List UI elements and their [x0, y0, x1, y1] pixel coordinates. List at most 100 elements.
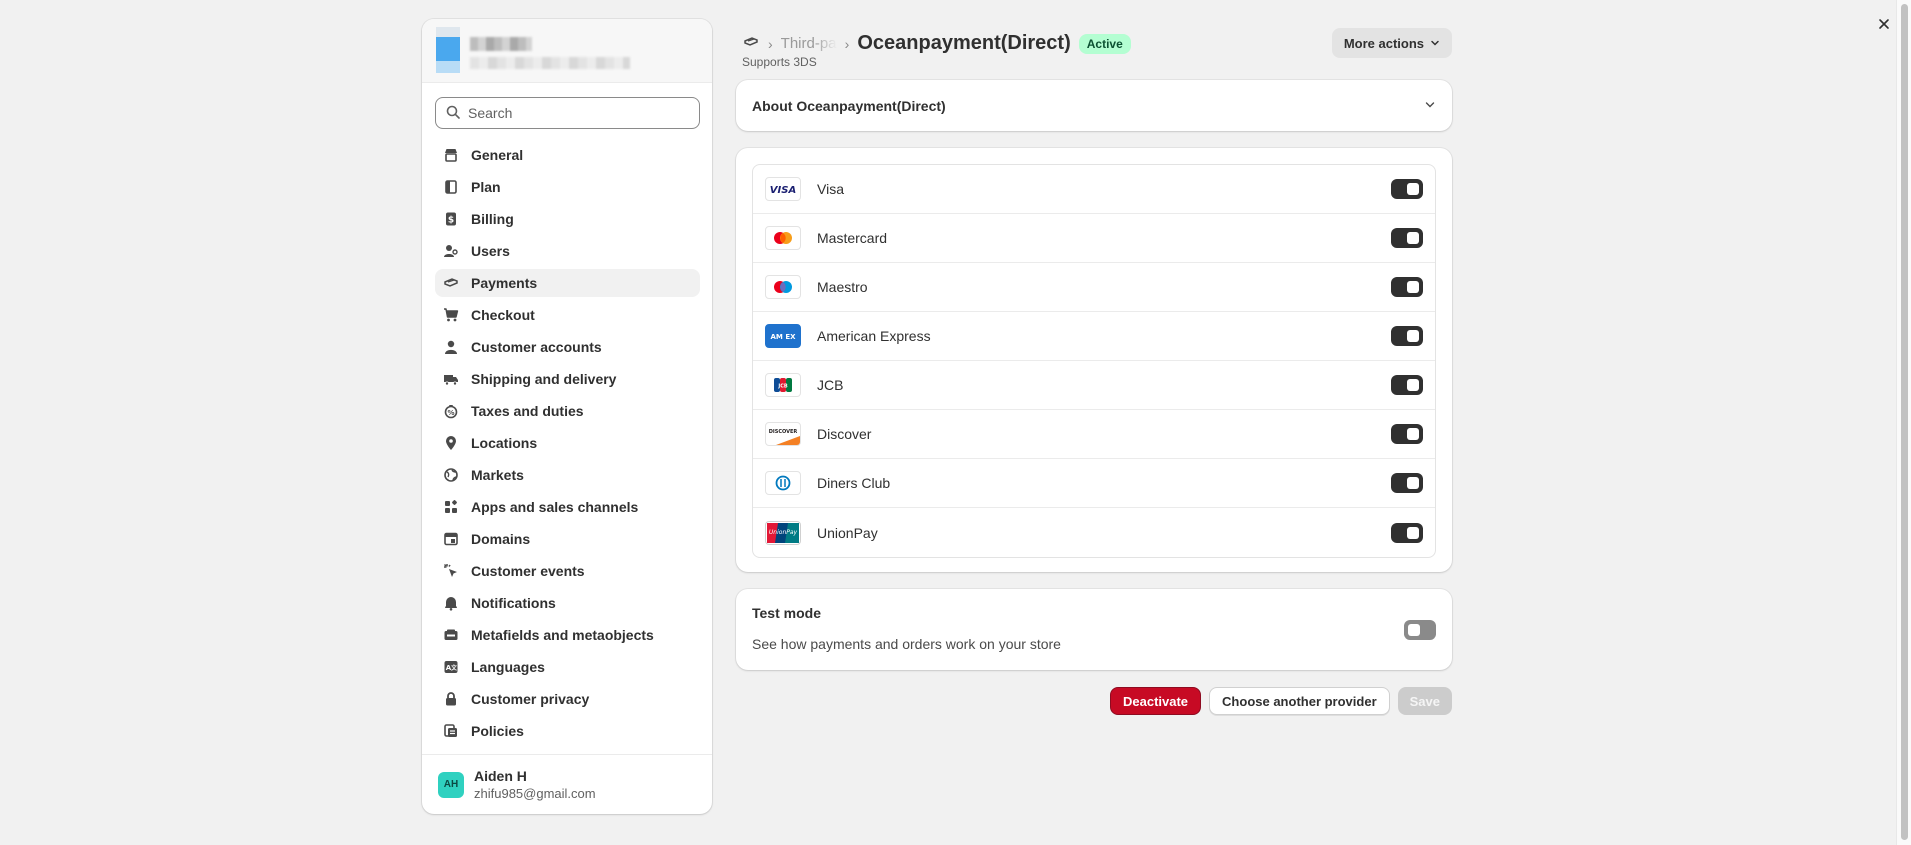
sidebar-item-markets[interactable]: Markets [435, 461, 700, 489]
payment-methods-list: VISA Visa Mastercard Maestro AM EX Ameri… [752, 164, 1436, 558]
sidebar-item-policies[interactable]: Policies [435, 717, 700, 745]
amex-logo-text: AM EX [771, 333, 797, 341]
scrollbar-thumb[interactable] [1901, 4, 1908, 840]
store-url-redacted [470, 57, 630, 69]
breadcrumb-parent-link[interactable]: Third-party [781, 35, 837, 52]
sidebar-item-label: Plan [471, 179, 501, 195]
jcb-logo: JCB [765, 373, 801, 397]
sidebar-item-general[interactable]: General [435, 141, 700, 169]
sidebar-item-shipping[interactable]: Shipping and delivery [435, 365, 700, 393]
search-input[interactable] [468, 105, 688, 121]
sidebar-item-label: Policies [471, 723, 524, 739]
method-name: American Express [817, 328, 931, 344]
sidebar-item-label: Customer privacy [471, 691, 590, 707]
payment-methods-card: VISA Visa Mastercard Maestro AM EX Ameri… [736, 148, 1452, 572]
sidebar-item-label: Customer accounts [471, 339, 602, 355]
settings-sidebar: General Plan $ Billing Users Payments Ch… [422, 19, 712, 814]
plan-icon [443, 179, 459, 195]
sidebar-item-customer-accounts[interactable]: Customer accounts [435, 333, 700, 361]
breadcrumb: › Third-party › Oceanpayment(Direct) Act… [742, 32, 1131, 55]
sidebar-item-domains[interactable]: Domains [435, 525, 700, 553]
sidebar-item-label: Metafields and metaobjects [471, 627, 654, 643]
discover-toggle[interactable] [1391, 424, 1423, 444]
sidebar-item-label: Taxes and duties [471, 403, 584, 419]
diners-toggle[interactable] [1391, 473, 1423, 493]
close-button[interactable] [1870, 11, 1898, 39]
payment-method-row: JCB JCB [753, 361, 1435, 410]
billing-icon: $ [443, 211, 459, 227]
unionpay-toggle[interactable] [1391, 522, 1423, 543]
test-mode-toggle[interactable] [1404, 620, 1436, 640]
choose-provider-button[interactable]: Choose another provider [1209, 687, 1390, 715]
store-logo [436, 27, 460, 73]
sidebar-item-customer-privacy[interactable]: Customer privacy [435, 685, 700, 713]
store-name-redacted [470, 37, 532, 51]
svg-text:$: $ [448, 216, 454, 226]
domain-icon [443, 531, 459, 547]
account-footer[interactable]: AH Aiden H zhifu985@gmail.com [422, 754, 712, 814]
sidebar-item-payments[interactable]: Payments [435, 269, 700, 297]
sidebar-item-languages[interactable]: A文 Languages [435, 653, 700, 681]
sidebar-item-plan[interactable]: Plan [435, 173, 700, 201]
sidebar-item-label: General [471, 147, 524, 163]
sidebar-item-checkout[interactable]: Checkout [435, 301, 700, 329]
cart-icon [443, 307, 459, 323]
svg-text:%: % [447, 409, 454, 417]
discover-logo-text: DISCOVER [769, 429, 798, 435]
maestro-toggle[interactable] [1391, 277, 1423, 297]
visa-logo: VISA [765, 177, 801, 201]
more-actions-button[interactable]: More actions [1331, 28, 1452, 58]
footer-actions: Deactivate Choose another provider Save [1110, 687, 1452, 715]
page-subtitle: Supports 3DS [742, 55, 817, 69]
payments-icon[interactable] [742, 34, 760, 53]
about-title: About Oceanpayment(Direct) [752, 97, 946, 114]
payment-method-row: Maestro [753, 263, 1435, 312]
lock-icon [443, 691, 459, 707]
discover-logo: DISCOVER [765, 422, 801, 446]
sidebar-item-label: Billing [471, 211, 514, 227]
payment-method-row: UnionPay UnionPay [753, 508, 1435, 557]
sidebar-item-users[interactable]: Users [435, 237, 700, 265]
sidebar-item-notifications[interactable]: Notifications [435, 589, 700, 617]
sidebar-item-taxes[interactable]: % Taxes and duties [435, 397, 700, 425]
payment-method-row: DISCOVER Discover [753, 410, 1435, 459]
save-button[interactable]: Save [1397, 687, 1452, 715]
cursor-icon [443, 563, 459, 579]
user-email: zhifu985@gmail.com [474, 786, 596, 801]
deactivate-button[interactable]: Deactivate [1110, 687, 1202, 715]
page-title: Oceanpayment(Direct) [857, 32, 1071, 54]
sidebar-item-label: Languages [471, 659, 545, 675]
sidebar-item-apps[interactable]: Apps and sales channels [435, 493, 700, 521]
policies-icon [443, 723, 459, 739]
jcb-toggle[interactable] [1391, 375, 1423, 395]
sidebar-item-label: Shipping and delivery [471, 371, 617, 387]
avatar: AH [438, 771, 464, 798]
sidebar-item-label: Checkout [471, 307, 535, 323]
status-badge: Active [1078, 33, 1131, 54]
diners-logo [765, 471, 801, 495]
about-provider-card[interactable]: About Oceanpayment(Direct) [736, 80, 1452, 131]
visa-toggle[interactable] [1391, 179, 1423, 199]
unionpay-logo-text: UnionPay [769, 529, 798, 536]
more-actions-label: More actions [1343, 35, 1424, 51]
method-name: JCB [817, 377, 844, 393]
sidebar-item-metafields[interactable]: Metafields and metaobjects [435, 621, 700, 649]
page-scrollbar[interactable] [1896, 0, 1911, 845]
search-box[interactable] [435, 97, 700, 129]
sidebar-item-billing[interactable]: $ Billing [435, 205, 700, 233]
payment-method-row: Diners Club [753, 459, 1435, 508]
sidebar-item-label: Locations [471, 435, 538, 451]
globe-icon [443, 467, 459, 483]
sidebar-item-locations[interactable]: Locations [435, 429, 700, 457]
sidebar-item-customer-events[interactable]: Customer events [435, 557, 700, 585]
location-icon [443, 435, 459, 451]
amex-toggle[interactable] [1391, 326, 1423, 346]
tax-icon: % [443, 403, 459, 419]
sidebar-item-label: Users [471, 243, 510, 259]
mastercard-toggle[interactable] [1391, 228, 1423, 248]
chevron-down-icon[interactable] [1424, 98, 1436, 114]
method-name: Mastercard [817, 230, 888, 246]
store-header[interactable] [422, 19, 712, 83]
metafields-icon [443, 627, 459, 643]
users-icon [443, 243, 459, 259]
